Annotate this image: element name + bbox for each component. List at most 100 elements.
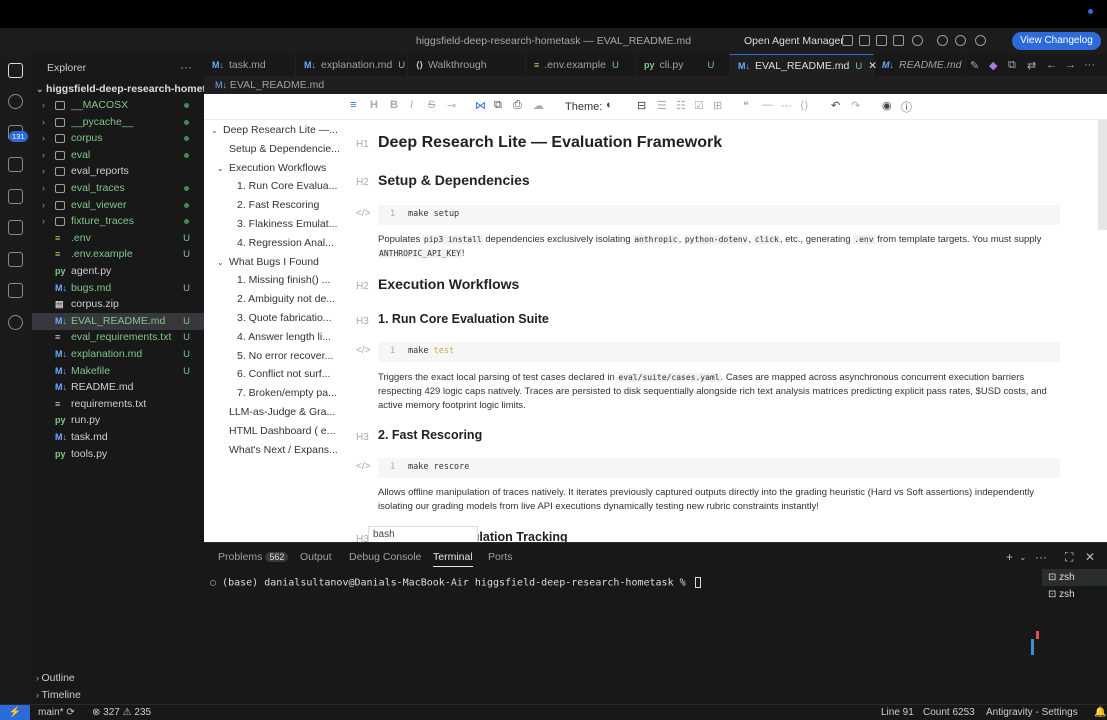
heading-icon[interactable]: H bbox=[370, 99, 378, 111]
compare-icon[interactable]: ⇄ bbox=[1027, 59, 1036, 72]
file-item[interactable]: M↓ EVAL_README.md U bbox=[32, 312, 204, 330]
export-icon[interactable]: ⎙ bbox=[513, 99, 522, 112]
toc-item[interactable]: ⌄ Deep Research Lite —... bbox=[211, 121, 339, 140]
tab-ports[interactable]: Ports bbox=[488, 551, 513, 563]
infinity-icon[interactable] bbox=[8, 315, 23, 330]
toc-item[interactable]: 6. Conflict not surf... bbox=[237, 365, 339, 384]
file-item[interactable]: M↓ explanation.md U bbox=[32, 346, 204, 363]
redo-icon[interactable]: ↷ bbox=[851, 99, 860, 112]
toc-item[interactable]: 1. Run Core Evalua... bbox=[237, 177, 339, 196]
folder-item[interactable]: › __MACOSX bbox=[32, 97, 204, 114]
problems-indicator[interactable]: ⊗ 327 ⚠ 235 bbox=[92, 707, 151, 718]
more-actions-icon[interactable]: ··· bbox=[1084, 59, 1095, 71]
file-item[interactable]: M↓ bugs.md U bbox=[32, 280, 204, 297]
bold-icon[interactable]: B bbox=[390, 99, 398, 111]
explorer-more-button[interactable]: ··· bbox=[180, 60, 192, 74]
view-changelog-button[interactable]: View Changelog bbox=[1012, 32, 1101, 50]
tab-output[interactable]: Output bbox=[300, 551, 332, 563]
tab-task-md[interactable]: M↓ task.md bbox=[204, 54, 296, 76]
layout-icon[interactable] bbox=[842, 35, 853, 46]
file-item[interactable]: py agent.py bbox=[32, 263, 204, 280]
go-back-icon[interactable]: ← bbox=[1046, 59, 1057, 71]
toc-item[interactable]: 4. Regression Anal... bbox=[237, 234, 339, 253]
chevron-down-icon[interactable]: ⌄ bbox=[1019, 552, 1027, 563]
gear-icon[interactable] bbox=[955, 35, 966, 46]
file-item[interactable]: py run.py bbox=[32, 412, 204, 429]
tab-terminal[interactable]: Terminal bbox=[433, 551, 473, 567]
italic-icon[interactable]: I bbox=[410, 99, 413, 111]
file-item[interactable]: ≡ .env U bbox=[32, 230, 204, 247]
horizontal-rule-icon[interactable]: — bbox=[762, 99, 773, 111]
folder-item[interactable]: › eval_traces bbox=[32, 180, 204, 197]
file-item[interactable]: M↓ README.md bbox=[32, 379, 204, 396]
tab-problems[interactable]: Problems 562 bbox=[218, 551, 289, 563]
go-forward-icon[interactable]: → bbox=[1065, 59, 1076, 71]
task-list-icon[interactable]: ☑ bbox=[694, 99, 704, 112]
terminal-item[interactable]: ⊡ zsh bbox=[1042, 569, 1107, 586]
strikethrough-icon[interactable]: S bbox=[428, 99, 435, 111]
toc-item[interactable]: 2. Fast Rescoring bbox=[237, 196, 339, 215]
file-item[interactable]: ≡ .env.example U bbox=[32, 246, 204, 263]
folder-item[interactable]: › eval_reports bbox=[32, 163, 204, 180]
vscode-icon[interactable]: ⋈ bbox=[475, 99, 486, 112]
project-folder[interactable]: ⌄ higgsfield-deep-research-homet... bbox=[36, 83, 215, 95]
tab-readme-md[interactable]: M↓ README.md bbox=[874, 54, 966, 76]
toc-item[interactable]: ⌄ Execution Workflows bbox=[217, 159, 339, 178]
tab-explanation-md[interactable]: M↓ explanation.md U bbox=[296, 54, 408, 76]
toc-item[interactable]: ⌄ What Bugs I Found bbox=[217, 253, 339, 272]
quote-icon[interactable]: ❝ bbox=[743, 99, 749, 112]
folder-item[interactable]: › eval bbox=[32, 147, 204, 164]
bullet-list-icon[interactable]: ☰ bbox=[657, 99, 667, 112]
inline-code-icon[interactable]: ⋯ bbox=[781, 99, 792, 112]
testing-icon[interactable] bbox=[8, 252, 23, 267]
preview-icon[interactable]: ◉ bbox=[882, 99, 892, 112]
remote-explorer-icon[interactable] bbox=[8, 189, 23, 204]
file-item[interactable]: py tools.py bbox=[32, 446, 204, 463]
toggle-sidebar-icon[interactable] bbox=[859, 35, 870, 46]
open-agent-manager-link[interactable]: Open Agent Manager bbox=[744, 35, 844, 47]
folder-item[interactable]: › __pycache__ bbox=[32, 114, 204, 131]
editor-scrollbar[interactable] bbox=[1098, 120, 1107, 230]
numbered-list-icon[interactable]: ☷ bbox=[676, 99, 686, 112]
notifications-icon[interactable]: 🔔 bbox=[1094, 707, 1106, 718]
extensions-icon[interactable] bbox=[8, 220, 23, 235]
timeline-section[interactable]: › Timeline bbox=[36, 689, 81, 701]
account-icon[interactable] bbox=[975, 35, 986, 46]
edit-icon[interactable]: ✎ bbox=[970, 59, 979, 72]
file-item[interactable]: ≡ requirements.txt bbox=[32, 396, 204, 413]
outline-section[interactable]: › Outline bbox=[36, 672, 75, 684]
toc-item[interactable]: LLM-as-Judge & Gra... bbox=[229, 403, 339, 422]
containers-icon[interactable] bbox=[8, 283, 23, 298]
more-actions-icon[interactable]: ··· bbox=[1035, 550, 1047, 564]
toc-item[interactable]: 3. Quote fabricatio... bbox=[237, 309, 339, 328]
agent-icon[interactable]: ◆ bbox=[989, 59, 997, 72]
toc-item[interactable]: Setup & Dependencie... bbox=[229, 140, 339, 159]
settings-status[interactable]: Antigravity - Settings bbox=[986, 707, 1078, 718]
files-icon[interactable] bbox=[8, 63, 23, 78]
file-item[interactable]: ≡ eval_requirements.txt U bbox=[32, 329, 204, 346]
file-item[interactable]: ▤ corpus.zip bbox=[32, 296, 204, 313]
close-panel-icon[interactable]: ✕ bbox=[1085, 550, 1095, 564]
tab-walkthrough[interactable]: ⟨⟩ Walkthrough bbox=[408, 54, 526, 76]
copy-icon[interactable]: ⧉ bbox=[494, 99, 502, 112]
breadcrumb-file[interactable]: EVAL_README.md bbox=[230, 79, 324, 91]
toc-item[interactable]: 3. Flakiness Emulat... bbox=[237, 215, 339, 234]
toc-item[interactable]: 4. Answer length li... bbox=[237, 328, 339, 347]
theme-toggle-icon[interactable]: ◐ bbox=[606, 99, 613, 111]
toggle-panel-icon[interactable] bbox=[876, 35, 887, 46]
word-count[interactable]: Count 6253 bbox=[923, 707, 975, 718]
terminal-item[interactable]: ⊡ zsh bbox=[1042, 586, 1107, 603]
link-icon[interactable]: ⊸ bbox=[447, 99, 456, 112]
file-item[interactable]: M↓ task.md bbox=[32, 429, 204, 446]
folder-item[interactable]: › eval_viewer bbox=[32, 197, 204, 214]
toc-item[interactable]: 7. Broken/empty pa... bbox=[237, 384, 339, 403]
tab-eval-readme-md[interactable]: M↓ EVAL_README.md U ✕ bbox=[730, 54, 877, 76]
tab-cli-py[interactable]: py cli.py U bbox=[636, 54, 730, 76]
code-block-icon[interactable]: ⟨⟩ bbox=[800, 99, 809, 112]
remote-icon[interactable]: ⚡ bbox=[0, 705, 30, 720]
undo-icon[interactable]: ↶ bbox=[831, 99, 840, 112]
search-icon[interactable] bbox=[8, 94, 23, 109]
terminal-prompt[interactable]: ○ (base) danialsultanov@Danials-MacBook-… bbox=[210, 577, 701, 589]
code-block[interactable]: 1 make test bbox=[378, 342, 1060, 362]
globe-icon[interactable] bbox=[937, 35, 948, 46]
